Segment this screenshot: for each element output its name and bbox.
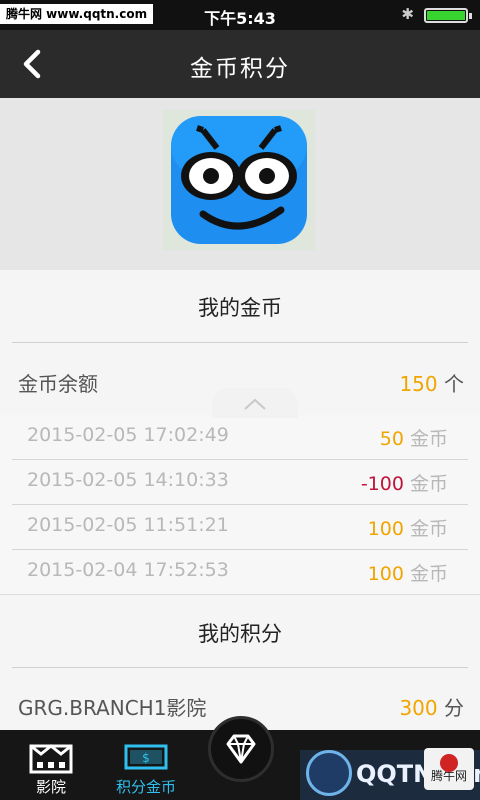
hero-banner (0, 98, 480, 270)
divider (12, 342, 468, 343)
watermark-badge: 腾牛网 (424, 748, 474, 790)
status-bar: 腾牛网 www.qqtn.com 下午5:43 ✱ (0, 0, 480, 30)
bluetooth-icon: ✱ (401, 5, 414, 23)
app-mascot-logo (163, 110, 315, 250)
money-icon: $ (124, 744, 168, 770)
coin-balance-label: 金币余额 (18, 372, 98, 396)
list-item: 2015-02-05 11:51:21 100 金币 (12, 505, 468, 550)
divider (0, 594, 480, 595)
nav-bar: 金币积分 (0, 30, 480, 98)
history-time: 2015-02-05 11:51:21 (27, 514, 229, 536)
history-amount: 100 (367, 518, 404, 540)
list-item: 2015-02-04 17:52:53 100 金币 (12, 550, 468, 595)
history-unit: 金币 (409, 518, 448, 540)
page-title: 金币积分 (190, 56, 290, 82)
svg-text:$: $ (142, 751, 150, 765)
cinema-label: GRG.BRANCH1影院 (18, 696, 207, 720)
tab-label: 积分金币 (115, 778, 176, 796)
history-amount: -100 (360, 473, 404, 495)
battery-icon (424, 8, 472, 23)
history-time: 2015-02-04 17:52:53 (27, 559, 229, 581)
coin-balance-amount: 150 (399, 372, 438, 396)
history-amount-wrap: 100 金币 (368, 559, 448, 586)
points-value: 300 分 (399, 692, 464, 721)
history-amount-wrap: -100 金币 (361, 469, 448, 496)
history-time: 2015-02-05 17:02:49 (27, 424, 229, 446)
history-amount-wrap: 50 金币 (380, 424, 448, 451)
history-amount: 50 (379, 428, 404, 450)
cinema-icon (29, 744, 73, 774)
watermark-logo-icon (306, 750, 352, 796)
diamond-icon (226, 734, 256, 764)
coin-balance-value: 150 个 (399, 368, 464, 397)
chevron-up-icon (243, 395, 267, 410)
history-amount-wrap: 100 金币 (368, 514, 448, 541)
list-item: 2015-02-05 14:10:33 -100 金币 (12, 460, 468, 505)
points-amount: 300 (399, 696, 438, 720)
history-amount: 100 (367, 563, 404, 585)
tab-label: 影院 (35, 778, 66, 796)
history-time: 2015-02-05 14:10:33 (27, 469, 229, 491)
history-unit: 金币 (409, 428, 448, 450)
center-diamond-button[interactable] (208, 716, 274, 782)
footer-watermark: QQTN.com 腾牛网 (300, 748, 480, 800)
points-unit: 分 (444, 696, 464, 720)
history-unit: 金币 (409, 473, 448, 495)
collapse-handle[interactable] (212, 388, 298, 418)
tab-points-coins[interactable]: $ 积分金币 (106, 740, 186, 797)
divider (12, 667, 468, 668)
list-item: 2015-02-05 17:02:49 50 金币 (12, 415, 468, 460)
history-unit: 金币 (409, 563, 448, 585)
points-section-title: 我的积分 (198, 622, 282, 646)
coins-section-title: 我的金币 (198, 296, 282, 320)
coin-balance-unit: 个 (444, 372, 464, 396)
tab-cinema[interactable]: 影院 (26, 740, 76, 797)
coin-history-list[interactable]: 2015-02-05 17:02:49 50 金币 2015-02-05 14:… (0, 415, 480, 595)
